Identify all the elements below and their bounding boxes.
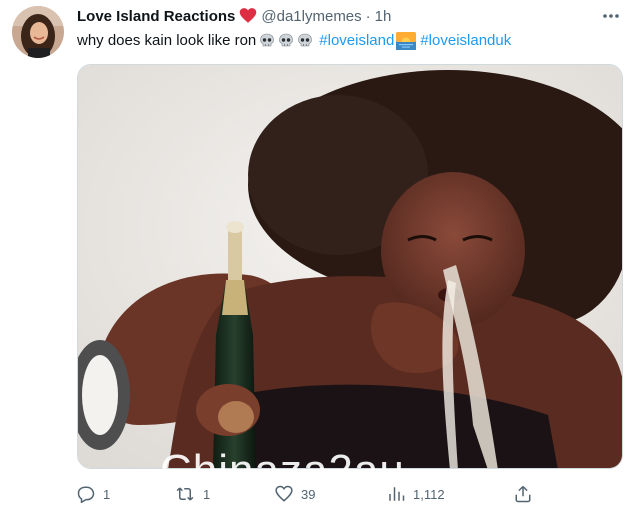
- tweet-header: Love Island Reactions @da1lymemes · 1h: [77, 5, 590, 27]
- tweet-body: why does kain look like ron: [77, 32, 257, 49]
- tweet-media-image[interactable]: [77, 64, 623, 469]
- avatar[interactable]: [12, 6, 64, 58]
- share-icon: [515, 485, 531, 503]
- views-button[interactable]: 1,112: [387, 480, 445, 508]
- skull-emoji-icon: [297, 33, 313, 49]
- timestamp[interactable]: 1h: [375, 8, 392, 25]
- reply-count: 1: [103, 486, 111, 502]
- tweet-actions: 1 1 39 1,112: [77, 480, 547, 508]
- hashtag-link[interactable]: #loveislanduk: [420, 30, 511, 52]
- hashtag-link[interactable]: #loveisland: [319, 30, 394, 52]
- skull-emoji-icon: [259, 33, 275, 49]
- display-name[interactable]: Love Island Reactions: [77, 8, 235, 25]
- like-button[interactable]: 39: [275, 480, 315, 508]
- more-options-button[interactable]: [600, 6, 622, 26]
- reply-button[interactable]: 1: [77, 480, 110, 508]
- views-count: 1,112: [413, 486, 445, 502]
- retweet-count: 1: [203, 486, 211, 502]
- share-button[interactable]: [514, 480, 532, 508]
- retweet-button[interactable]: 1: [175, 480, 210, 508]
- red-heart-emoji-icon: [239, 7, 257, 25]
- more-horizontal-icon: [603, 14, 619, 18]
- heart-outline-icon: [275, 485, 293, 502]
- sunset-emoji-icon: [396, 32, 417, 50]
- views-chart-icon: [389, 487, 405, 501]
- user-handle[interactable]: @da1lymemes: [261, 8, 361, 25]
- retweet-icon: [176, 487, 194, 501]
- meme-photo: [78, 65, 622, 468]
- like-count: 39: [301, 486, 316, 502]
- skull-emoji-icon: [278, 33, 294, 49]
- reply-icon: [77, 486, 95, 503]
- separator-dot: ·: [365, 7, 371, 25]
- tweet-text: why does kain look like ron #loveisland …: [77, 30, 624, 52]
- avatar-image: [12, 6, 64, 58]
- tweet: Love Island Reactions @da1lymemes · 1h w…: [0, 0, 634, 510]
